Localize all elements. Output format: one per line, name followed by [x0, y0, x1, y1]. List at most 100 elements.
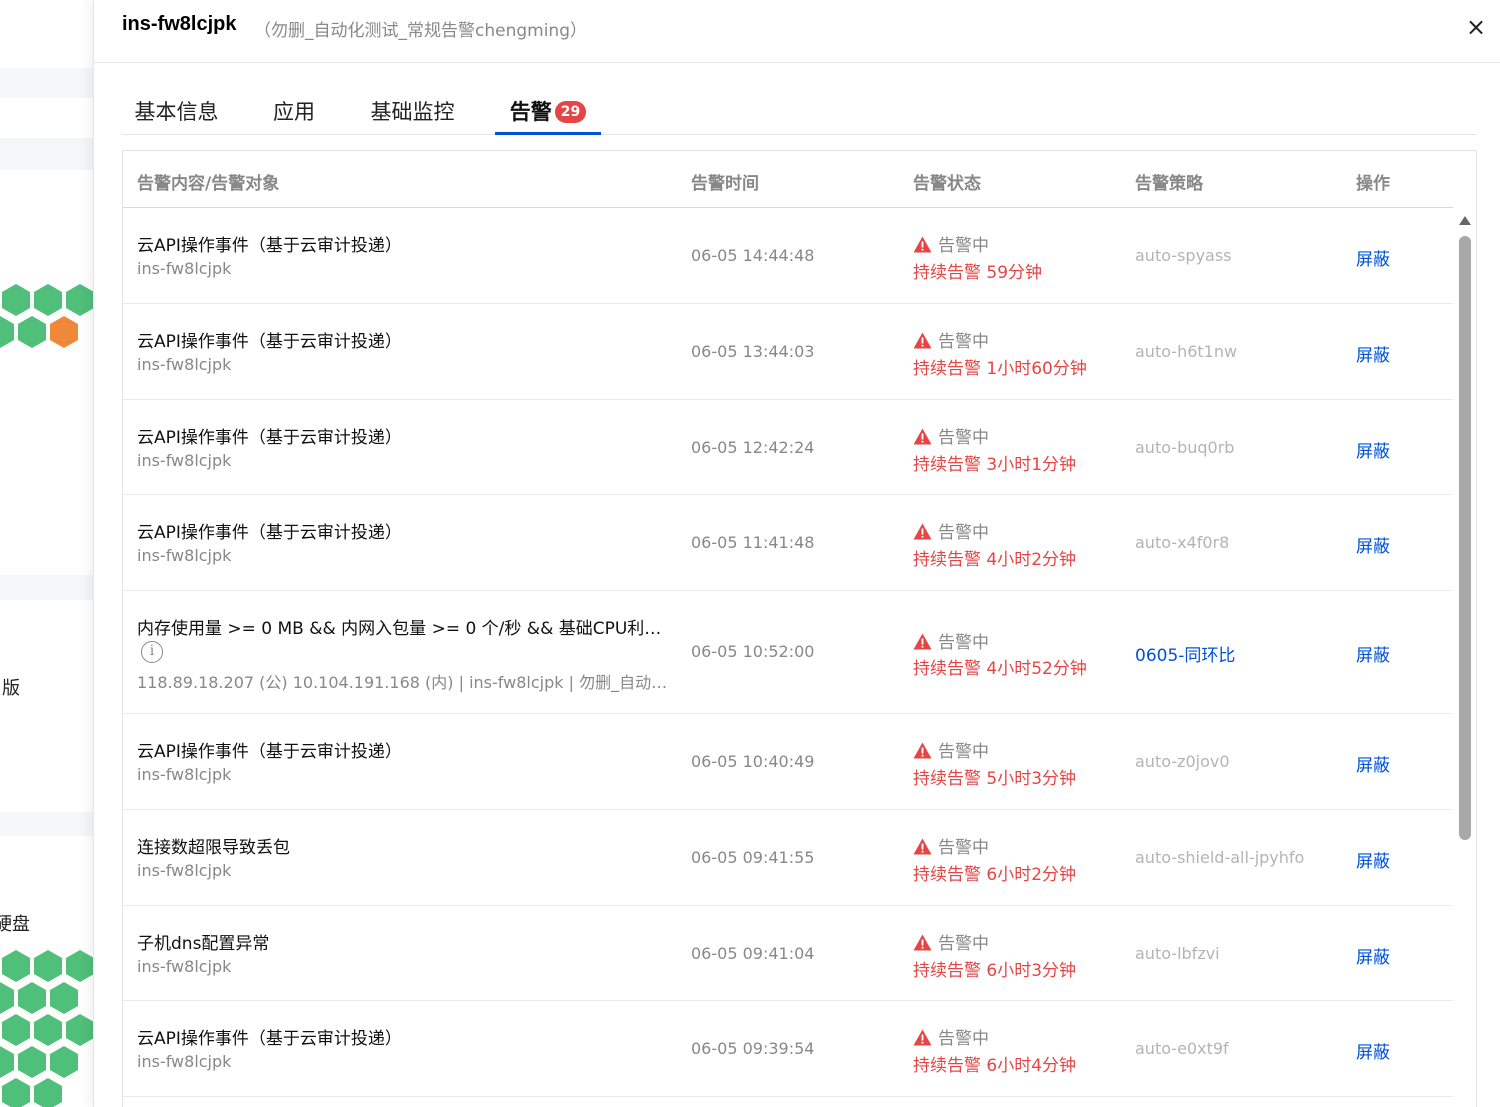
alarm-policy: auto-e0xt9f [1135, 1039, 1229, 1058]
header-action: 操作 [1356, 174, 1390, 194]
scroll-thumb[interactable] [1459, 236, 1471, 840]
status-text: 告警中 [938, 633, 989, 653]
alarm-duration: 持续告警 6小时4分钟 [913, 1056, 1077, 1076]
tab-bar: 基本信息 应用 基础监控 告警 29 [122, 90, 1477, 135]
mute-button[interactable]: 屏蔽 [1356, 943, 1390, 968]
tab-basic-monitoring[interactable]: 基础监控 [358, 90, 467, 135]
alarm-count-badge: 29 [554, 101, 587, 123]
alarm-content: 云API操作事件（基于云审计投递） [137, 332, 402, 352]
alarm-table: 告警内容/告警对象 告警时间 告警状态 告警策略 操作 云API操作事件（基于云… [122, 150, 1477, 1107]
alarm-duration: 持续告警 4小时52分钟 [913, 659, 1087, 679]
alarm-status: 告警中 [913, 518, 989, 543]
table-row: 子机dns配置异常 ins-fw8lcjpk 06-05 09:41:04 告警… [123, 906, 1453, 1001]
alarm-content: 云API操作事件（基于云审计投递） [137, 236, 402, 256]
mute-button[interactable]: 屏蔽 [1356, 245, 1390, 270]
status-text: 告警中 [938, 428, 989, 448]
bg-text: 硬盘 [0, 914, 30, 935]
alarm-duration: 持续告警 5小时3分钟 [913, 769, 1077, 789]
alarm-time: 06-05 12:42:24 [691, 438, 815, 457]
status-text: 告警中 [938, 236, 989, 256]
alarm-policy: auto-lbfzvi [1135, 944, 1220, 963]
alarm-content: 云API操作事件（基于云审计投递） [137, 523, 402, 543]
drawer-header: ins-fw8lcjpk （勿删_自动化测试_常规告警chengming） × [94, 0, 1500, 63]
table-row: 云API操作事件（基于云审计投递） ins-fw8lcjpk 06-05 13:… [123, 304, 1453, 400]
mute-button[interactable]: 屏蔽 [1356, 847, 1390, 872]
alarm-object: ins-fw8lcjpk [137, 765, 232, 784]
status-text: 告警中 [938, 523, 989, 543]
alarm-time: 06-05 13:44:03 [691, 342, 815, 361]
alarm-object: ins-fw8lcjpk [137, 861, 232, 880]
alarm-policy: auto-x4f0r8 [1135, 533, 1230, 552]
bg-card [0, 0, 93, 68]
alarm-policy: auto-h6t1nw [1135, 342, 1238, 361]
close-icon[interactable]: × [1461, 12, 1491, 42]
alarm-status: 告警中 [913, 327, 989, 352]
mute-button[interactable]: 屏蔽 [1356, 1038, 1390, 1063]
warning-icon [913, 236, 932, 253]
tab-label: 基本信息 [134, 100, 219, 124]
warning-icon [913, 742, 932, 759]
status-text: 告警中 [938, 332, 989, 352]
alarm-policy: auto-shield-all-jpyhfo [1135, 848, 1305, 867]
vertical-scrollbar[interactable] [1453, 208, 1476, 1107]
alarm-status: 告警中 [913, 628, 989, 653]
warning-icon [913, 633, 932, 650]
table-row: 云API操作事件（基于云审计投递） ins-fw8lcjpk 06-05 11:… [123, 495, 1453, 591]
tab-alarms[interactable]: 告警 29 [495, 90, 601, 135]
hexagon-decoration [0, 950, 93, 1107]
alarm-content: 连接数超限导致丢包 [137, 838, 290, 858]
alarm-content: 云API操作事件（基于云审计投递） [137, 742, 402, 762]
tab-applications[interactable]: 应用 [259, 90, 329, 135]
alarm-time: 06-05 11:41:48 [691, 533, 815, 552]
tab-basic-info[interactable]: 基本信息 [122, 90, 231, 135]
bg-card [0, 170, 93, 575]
alarm-time: 06-05 09:41:04 [691, 944, 815, 963]
alarm-policy: auto-z0jov0 [1135, 752, 1230, 771]
mute-button[interactable]: 屏蔽 [1356, 437, 1390, 462]
alarm-content: 子机dns配置异常 [137, 934, 270, 954]
alarm-duration: 持续告警 59分钟 [913, 263, 1043, 283]
alarm-duration: 持续告警 4小时2分钟 [913, 550, 1077, 570]
scroll-up-arrow-icon[interactable] [1459, 216, 1471, 225]
header-content: 告警内容/告警对象 [137, 174, 280, 194]
status-text: 告警中 [938, 838, 989, 858]
info-icon[interactable]: i [141, 641, 163, 663]
mute-button[interactable]: 屏蔽 [1356, 751, 1390, 776]
bg-card [0, 600, 93, 812]
table-row: 云API操作事件（基于云审计投递） ins-fw8lcjpk 06-05 10:… [123, 714, 1453, 810]
status-text: 告警中 [938, 1029, 989, 1049]
drawer-subtitle: （勿删_自动化测试_常规告警chengming） [254, 21, 587, 41]
tab-label: 基础监控 [370, 100, 455, 124]
status-text: 告警中 [938, 742, 989, 762]
alarm-object: ins-fw8lcjpk [137, 546, 232, 565]
alarm-status: 告警中 [913, 737, 989, 762]
mute-button[interactable]: 屏蔽 [1356, 641, 1390, 666]
header-time: 告警时间 [691, 174, 759, 194]
hexagon-decoration [0, 284, 93, 348]
alarm-time: 06-05 10:40:49 [691, 752, 815, 771]
mute-button[interactable]: 屏蔽 [1356, 532, 1390, 557]
alarm-object: ins-fw8lcjpk [137, 259, 232, 278]
alarm-duration: 持续告警 3小时1分钟 [913, 455, 1077, 475]
alarm-content: 云API操作事件（基于云审计投递） [137, 428, 402, 448]
bg-card [0, 98, 93, 138]
alarm-status: 告警中 [913, 929, 989, 954]
alarm-duration: 持续告警 6小时3分钟 [913, 961, 1077, 981]
alarm-policy-link[interactable]: 0605-同环比 [1135, 641, 1235, 666]
warning-icon [913, 934, 932, 951]
alarm-time: 06-05 10:52:00 [691, 642, 815, 661]
warning-icon [913, 1029, 932, 1046]
tab-label: 应用 [273, 100, 315, 124]
instance-drawer: ins-fw8lcjpk （勿删_自动化测试_常规告警chengming） × … [93, 0, 1500, 1107]
alarm-status: 告警中 [913, 231, 989, 256]
warning-icon [913, 523, 932, 540]
table-header: 告警内容/告警对象 告警时间 告警状态 告警策略 操作 [123, 151, 1453, 208]
mute-button[interactable]: 屏蔽 [1356, 341, 1390, 366]
table-row: 云API操作事件（基于云审计投递） ins-fw8lcjpk 06-05 12:… [123, 400, 1453, 495]
alarm-policy: auto-buq0rb [1135, 438, 1235, 457]
warning-icon [913, 332, 932, 349]
table-row: 云API操作事件（基于云审计投递） ins-fw8lcjpk 06-05 09:… [123, 1001, 1453, 1097]
alarm-object: 118.89.18.207 (公) 10.104.191.168 (内) | i… [137, 673, 668, 692]
alarm-status: 告警中 [913, 423, 989, 448]
alarm-duration: 持续告警 1小时60分钟 [913, 359, 1087, 379]
